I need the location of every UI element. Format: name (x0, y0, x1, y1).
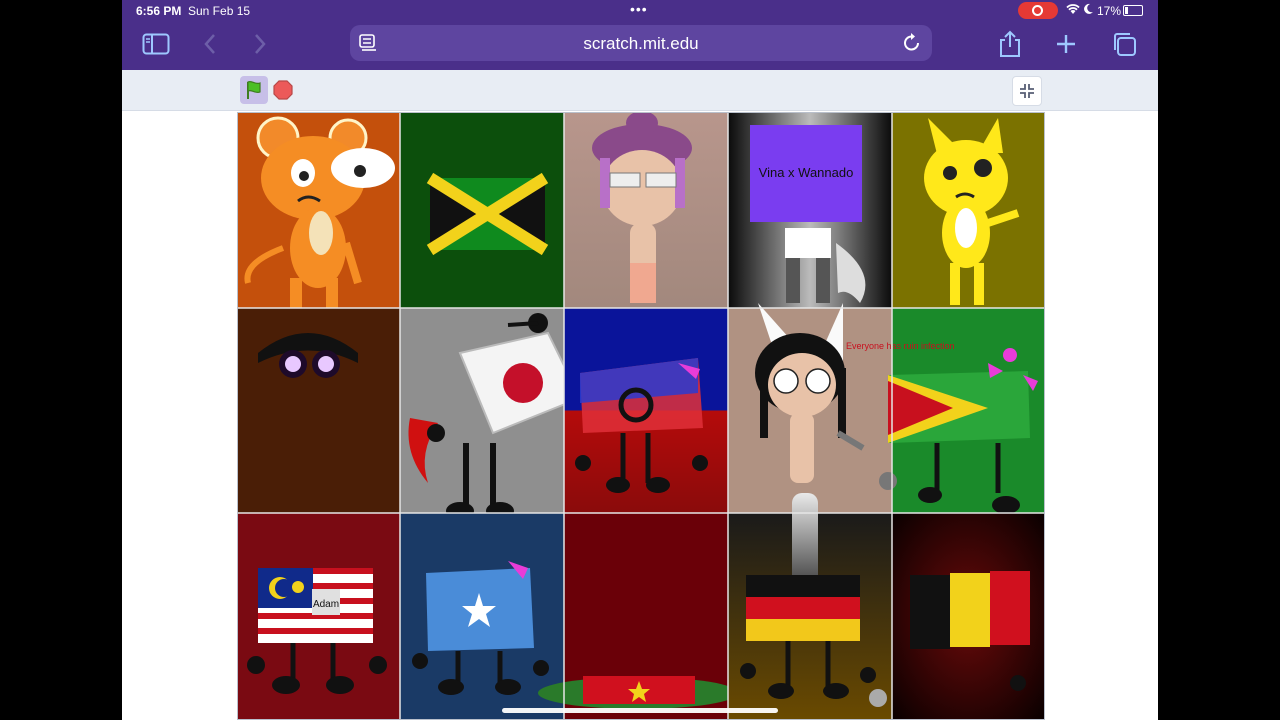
tile-vietnam-flag (538, 513, 738, 719)
reload-icon[interactable] (902, 32, 922, 59)
tile-brown-face (238, 308, 400, 513)
moon-icon (1082, 3, 1094, 18)
green-flag-button[interactable] (240, 76, 268, 104)
back-icon[interactable] (190, 22, 230, 66)
url-text: scratch.mit.edu (583, 34, 699, 53)
tile-vina-wannado: Vina x Wannado (728, 113, 892, 308)
status-date: Sun Feb 15 (188, 4, 251, 18)
tile-belgium-flag (892, 513, 1044, 719)
exit-fullscreen-icon (1020, 84, 1034, 98)
battery-percent: 17% (1097, 4, 1122, 18)
tile-pink-haired-girl (564, 113, 728, 308)
address-bar[interactable]: scratch.mit.edu (350, 25, 932, 61)
tile-jamaica-flag (400, 113, 564, 308)
ruin-infection-text: Everyone has ruin infection (846, 341, 955, 351)
new-tab-plus-icon[interactable] (1046, 22, 1086, 66)
tile-somalia-flag-character (400, 513, 564, 719)
exit-fullscreen-button[interactable] (1012, 76, 1042, 106)
screen-record-icon[interactable] (1018, 2, 1058, 19)
stage-canvas: Vina x Wannado Everyone has ruin infecti… (238, 113, 1044, 719)
ipad-screen: 6:56 PM Sun Feb 15 ••• 17% scratch.mit.e… (122, 0, 1158, 720)
home-indicator[interactable] (502, 708, 778, 713)
tile-black-haired-girl (728, 303, 892, 513)
tabs-icon[interactable] (1104, 22, 1144, 66)
share-icon[interactable] (990, 22, 1030, 66)
status-time: 6:56 PM (136, 4, 182, 18)
stop-icon (273, 80, 293, 100)
status-bar: 6:56 PM Sun Feb 15 ••• 17% (122, 0, 1158, 22)
tile-orange-monkey (238, 113, 400, 313)
tile-japan-flag-character (400, 308, 582, 520)
browser-toolbar: scratch.mit.edu (122, 22, 1158, 70)
tile-malaysia-flag-character: Adam (238, 513, 400, 719)
forward-icon[interactable] (240, 22, 280, 66)
vina-box-text: Vina x Wannado (759, 165, 854, 180)
tile-germany-flag-character (728, 493, 892, 719)
scratch-stage[interactable]: Vina x Wannado Everyone has ruin infecti… (237, 112, 1045, 720)
scratch-stage-header (122, 70, 1158, 111)
green-flag-icon (247, 80, 261, 99)
stop-button[interactable] (272, 79, 294, 101)
multitasking-dots-icon[interactable]: ••• (630, 1, 648, 17)
tile-yellow-cat (892, 113, 1044, 308)
wifi-icon (1066, 3, 1080, 18)
sidebar-icon[interactable] (136, 22, 176, 66)
tile-haiti-flag-character (564, 308, 728, 513)
adam-label: Adam (313, 599, 339, 610)
battery-icon (1123, 5, 1143, 16)
